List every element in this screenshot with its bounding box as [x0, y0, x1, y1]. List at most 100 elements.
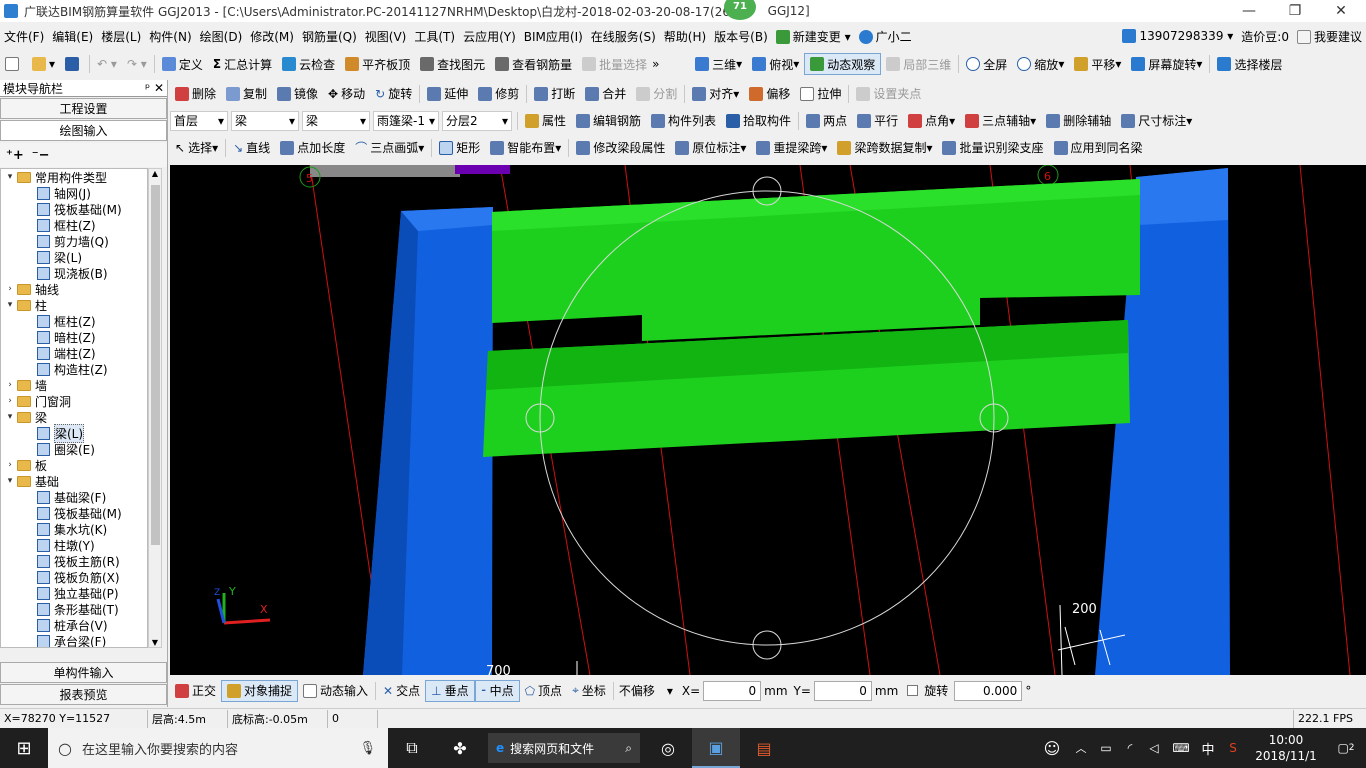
in-situ-annotation-button[interactable]: 原位标注 ▾ — [670, 137, 751, 159]
extend-button[interactable]: 延伸 — [422, 83, 473, 105]
dynamic-view-button[interactable]: 动态观察 — [804, 53, 882, 75]
smart-layout-button[interactable]: 智能布置 ▾ — [485, 137, 566, 159]
tree-item[interactable]: 剪力墙(Q) — [1, 233, 147, 249]
offset-mode-select[interactable]: 不偏移 ▾ — [616, 681, 676, 701]
drawing-input-button[interactable]: 绘图输入 — [0, 120, 167, 141]
menu-cloud[interactable]: 云应用(Y) — [459, 28, 520, 45]
tree-item[interactable]: › 轴线 — [1, 281, 147, 297]
re-extract-span-button[interactable]: 重提梁跨 ▾ — [751, 137, 832, 159]
midpoint-snap[interactable]: ⁃ 中点 — [474, 679, 520, 702]
tree-item[interactable]: 条形基础(T) — [1, 601, 147, 617]
set-grip-button[interactable]: 设置夹点 — [851, 83, 926, 105]
y-input[interactable]: 0 — [813, 680, 872, 701]
tree-item[interactable]: 筏板负筋(X) — [1, 569, 147, 585]
tree-item[interactable]: 端柱(Z) — [1, 345, 147, 361]
menu-draw[interactable]: 绘图(D) — [196, 28, 247, 45]
tree-item[interactable]: 构造柱(Z) — [1, 361, 147, 377]
undo-button[interactable]: ↶ ▾ — [92, 53, 122, 75]
tree-item[interactable]: › 墙 — [1, 377, 147, 393]
parallel-button[interactable]: 平行 — [852, 110, 903, 132]
rectangle-button[interactable]: 矩形 — [434, 137, 485, 159]
save-button[interactable] — [60, 53, 87, 75]
ggj-app-button[interactable]: ▣ — [692, 728, 740, 768]
expand-icon[interactable]: › — [5, 396, 15, 406]
ime-indicator[interactable]: 中 — [1196, 728, 1220, 768]
menu-modify[interactable]: 修改(M) — [246, 28, 298, 45]
menu-online[interactable]: 在线服务(S) — [587, 28, 660, 45]
tree-item[interactable]: ▾ 常用构件类型 — [1, 169, 147, 185]
partial3d-button[interactable]: 局部三维 — [881, 53, 956, 75]
tree-item[interactable]: 集水坑(K) — [1, 521, 147, 537]
find-element-button[interactable]: 查找图元 — [415, 53, 490, 75]
pin-icon[interactable]: ᵖ — [145, 81, 150, 95]
perpendicular-snap[interactable]: ⊥ 垂点 — [425, 679, 475, 702]
trim-button[interactable]: 修剪 — [473, 83, 524, 105]
tree-item[interactable]: 梁(L) — [1, 423, 147, 443]
category-select[interactable]: 梁 ▾ — [231, 110, 299, 131]
keyboard-icon[interactable]: ⌨ — [1166, 728, 1196, 768]
menu-help[interactable]: 帮助(H) — [660, 28, 710, 45]
project-settings-button[interactable]: 工程设置 — [0, 98, 167, 119]
summary-calc-button[interactable]: Σ 汇总计算 — [208, 53, 277, 75]
collapse-icon[interactable]: ▾ — [5, 172, 15, 182]
restore-button[interactable]: ❐ — [1272, 0, 1318, 22]
copy-button[interactable]: 复制 — [221, 83, 272, 105]
vertex-snap[interactable]: ⬠ 顶点 — [520, 680, 567, 702]
edit-rebar-button[interactable]: 编辑钢筋 — [571, 110, 646, 132]
clock[interactable]: 10:00 2018/11/1 — [1246, 732, 1326, 764]
new-file-button[interactable] — [0, 53, 27, 75]
point-angle-button[interactable]: 点角 ▾ — [903, 110, 960, 132]
report-preview-button[interactable]: 报表预览 — [0, 684, 167, 705]
point-length-button[interactable]: 点加长度 — [275, 137, 350, 159]
suggest-button[interactable]: 我要建议 — [1293, 28, 1366, 45]
menu-new-change[interactable]: 新建变更 ▾ — [772, 28, 855, 45]
floor-select[interactable]: 首层 ▾ — [170, 110, 228, 131]
tree-item[interactable]: ▾ 基础 — [1, 473, 147, 489]
rotate-input[interactable]: 0.000 — [954, 680, 1023, 701]
pdf-app-button[interactable]: ▤ — [740, 728, 788, 768]
delete-button[interactable]: 删除 — [170, 83, 221, 105]
select-floor-button[interactable]: 选择楼层 — [1212, 53, 1287, 75]
batch-select-button[interactable]: 批量选择 — [577, 53, 652, 75]
scroll-up-icon[interactable]: ▲ — [149, 169, 161, 178]
tree-scrollbar[interactable]: ▲ ▼ — [148, 168, 162, 648]
x-input[interactable]: 0 — [703, 680, 762, 701]
screen-rotate-button[interactable]: 屏幕旋转 ▾ — [1126, 53, 1207, 75]
line-button[interactable]: ↘ 直线 — [228, 137, 275, 159]
component-tree[interactable]: ▾ 常用构件类型 轴网(J) 筏板基础(M) 框柱(Z) 剪力墙(Q) 梁(L) 现浇板(B)… — [0, 168, 148, 648]
open-button[interactable]: ▾ — [27, 53, 60, 75]
tree-item[interactable]: 筏板基础(M) — [1, 201, 147, 217]
component-name-select[interactable]: 雨篷梁-1 ▾ — [373, 110, 439, 131]
tree-item[interactable]: 承台梁(F) — [1, 633, 147, 647]
top-view-button[interactable]: 俯视 ▾ — [747, 53, 804, 75]
object-snap-toggle[interactable]: 对象捕捉 — [221, 679, 299, 702]
tree-item[interactable]: › 板 — [1, 457, 147, 473]
menu-edit[interactable]: 编辑(E) — [48, 28, 97, 45]
notification-badge[interactable]: 71 — [724, 0, 756, 20]
component-list-button[interactable]: 构件列表 — [646, 110, 721, 132]
move-button[interactable]: ✥ 移动 — [323, 83, 370, 105]
price-bean[interactable]: 造价豆:0 — [1237, 28, 1293, 45]
tree-item[interactable]: 暗柱(Z) — [1, 329, 147, 345]
scroll-down-icon[interactable]: ▼ — [149, 638, 161, 647]
apply-same-name-button[interactable]: 应用到同名梁 — [1049, 137, 1148, 159]
close-button[interactable]: ✕ — [1318, 0, 1364, 22]
collapse-icon[interactable]: ▾ — [5, 300, 15, 310]
tree-item[interactable]: 框柱(Z) — [1, 217, 147, 233]
select-button[interactable]: ↖ 选择 ▾ — [170, 137, 223, 159]
tray-chevron-icon[interactable]: ︿ — [1068, 728, 1094, 768]
mirror-button[interactable]: 镜像 — [272, 83, 323, 105]
three-point-arc-button[interactable]: ⌒ 三点画弧 ▾ — [350, 137, 429, 159]
rotate-button[interactable]: ↻ 旋转 — [370, 83, 417, 105]
sogou-icon[interactable]: S — [1220, 728, 1246, 768]
tree-item[interactable]: 框柱(Z) — [1, 313, 147, 329]
menu-floor[interactable]: 楼层(L) — [97, 28, 145, 45]
tree-item[interactable]: 桩承台(V) — [1, 617, 147, 633]
tree-item[interactable]: 轴网(J) — [1, 185, 147, 201]
menu-file[interactable]: 文件(F) — [0, 28, 48, 45]
ortho-toggle[interactable]: 正交 — [170, 680, 221, 702]
zoom-button[interactable]: 缩放 ▾ — [1012, 53, 1069, 75]
tree-item[interactable]: 柱墩(Y) — [1, 537, 147, 553]
batch-identify-support-button[interactable]: 批量识别梁支座 — [937, 137, 1048, 159]
delete-axis-button[interactable]: 删除辅轴 — [1041, 110, 1116, 132]
